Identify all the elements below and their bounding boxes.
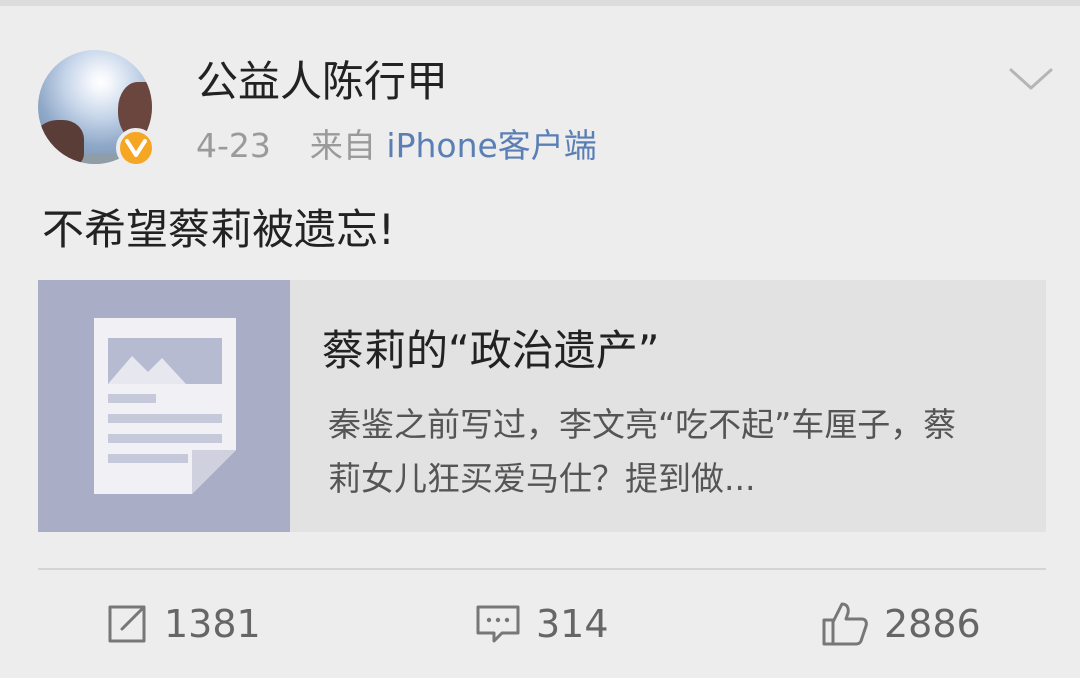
top-edge — [0, 0, 1080, 6]
article-document-icon — [38, 280, 290, 532]
thumbs-up-icon — [820, 600, 870, 648]
link-summary: 秦鉴之前写过，李文亮“吃不起”车厘子，蔡莉女儿狂买爱马仕？提到做... — [328, 405, 957, 498]
repost-icon — [104, 601, 150, 647]
post-text: 不希望蔡莉被遗忘! — [42, 205, 395, 254]
post-source[interactable]: iPhone客户端 — [386, 126, 596, 165]
chevron-down-icon[interactable] — [1008, 66, 1054, 94]
post-meta: 4-23 来自 iPhone客户端 — [196, 124, 597, 168]
like-button[interactable]: 2886 — [820, 596, 981, 652]
source-prefix: 来自 — [309, 126, 376, 165]
repost-count: 1381 — [164, 602, 261, 646]
post-date: 4-23 — [196, 126, 271, 165]
author-name[interactable]: 公益人陈行甲 — [196, 56, 448, 108]
comment-button[interactable]: 314 — [474, 596, 609, 652]
like-count: 2886 — [884, 602, 981, 646]
verified-v-icon — [116, 128, 156, 168]
link-title: 蔡莉的“政治遗产” — [322, 326, 660, 375]
weibo-post-card: 公益人陈行甲 4-23 来自 iPhone客户端 不希望蔡莉被遗忘! 蔡莉的“政… — [0, 0, 1080, 678]
divider — [38, 568, 1046, 570]
comment-icon — [474, 601, 522, 647]
comment-count: 314 — [536, 602, 609, 646]
link-card[interactable]: 蔡莉的“政治遗产” 秦鉴之前写过，李文亮“吃不起”车厘子，蔡莉女儿狂买爱马仕？提… — [38, 280, 1046, 532]
repost-button[interactable]: 1381 — [104, 596, 261, 652]
